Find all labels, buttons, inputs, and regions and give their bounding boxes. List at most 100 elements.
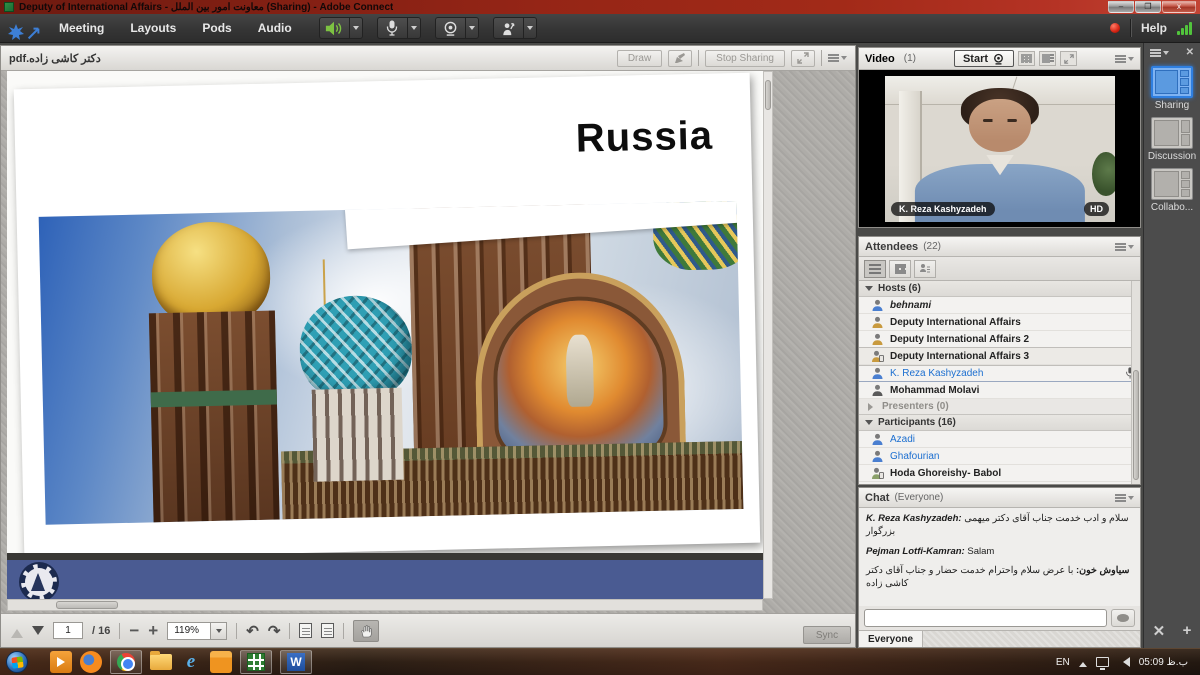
taskbar-connect-button[interactable] xyxy=(240,650,272,674)
taskbar-notes-icon[interactable] xyxy=(210,651,232,673)
adobe-connect-window: Deputy of International Affairs - معاونت… xyxy=(0,0,1200,675)
stop-sharing-button[interactable]: Stop Sharing xyxy=(705,50,785,67)
attendee-row[interactable]: Ghafourian xyxy=(859,448,1140,465)
close-button[interactable]: x xyxy=(1162,1,1196,13)
sync-button[interactable]: Sync xyxy=(803,626,851,644)
zoom-level-select[interactable]: 119% xyxy=(167,622,227,640)
horizontal-scrollbar[interactable] xyxy=(7,599,763,611)
taskbar-clock[interactable]: 05:09 ب.ظ xyxy=(1139,657,1188,668)
add-layout-icon[interactable]: + xyxy=(1183,622,1192,640)
attendee-row[interactable]: Azadi xyxy=(859,431,1140,448)
menu-meeting[interactable]: Meeting xyxy=(46,14,117,42)
chat-messages: K. Reza Kashyzadeh: سلام و ادب خدمت جناب… xyxy=(859,508,1140,606)
start-button[interactable] xyxy=(6,651,28,673)
help-menu[interactable]: Help xyxy=(1141,21,1167,35)
cathedral-photo xyxy=(39,201,744,525)
filmstrip-view-icon[interactable] xyxy=(1039,51,1056,66)
attendee-row[interactable]: Deputy International Affairs 3 xyxy=(859,348,1140,365)
taskbar-ie-icon[interactable]: e xyxy=(180,651,202,673)
layout-menu-icon[interactable] xyxy=(1150,47,1169,58)
status-view-button[interactable] xyxy=(914,260,936,278)
attendee-icon xyxy=(871,433,884,446)
university-logo xyxy=(21,564,57,599)
layout-sharing-thumbnail[interactable] xyxy=(1151,66,1193,98)
fit-page-button[interactable] xyxy=(299,623,312,638)
layout-discussion-thumbnail[interactable] xyxy=(1151,117,1193,149)
rotate-left-button[interactable]: ↶ xyxy=(246,622,259,640)
webcam-dropdown[interactable] xyxy=(465,17,479,39)
presenters-section-header[interactable]: Presenters (0) xyxy=(859,399,1140,415)
system-tray: EN 05:09 ب.ظ xyxy=(1056,657,1194,668)
connection-signal-icon[interactable] xyxy=(1177,21,1192,35)
tray-expand-icon[interactable] xyxy=(1079,658,1087,667)
volume-icon[interactable] xyxy=(1118,657,1130,667)
draw-button[interactable]: Draw xyxy=(617,50,662,67)
maximize-button[interactable]: ❐ xyxy=(1135,1,1161,13)
next-page-button[interactable] xyxy=(32,626,44,641)
attendee-row[interactable]: Deputy International Affairs xyxy=(859,314,1140,331)
menu-audio[interactable]: Audio xyxy=(245,14,305,42)
previous-page-button[interactable] xyxy=(11,623,23,638)
menu-pods[interactable]: Pods xyxy=(189,14,244,42)
video-fullscreen-icon[interactable] xyxy=(1060,51,1077,66)
list-view-button[interactable] xyxy=(864,260,886,278)
fullscreen-icon[interactable] xyxy=(791,50,815,67)
taskbar-word-button[interactable]: W xyxy=(280,650,312,674)
attendees-pod: Attendees (22) Hosts (6) behnami xyxy=(858,236,1141,485)
raise-hand-button[interactable] xyxy=(493,17,523,39)
microphone-button[interactable] xyxy=(377,17,407,39)
page-number-input[interactable] xyxy=(53,622,83,639)
taskbar-media-player-icon[interactable] xyxy=(50,651,72,673)
minimize-button[interactable]: – xyxy=(1108,1,1134,13)
microphone-dropdown[interactable] xyxy=(407,17,421,39)
attendee-row-self[interactable]: K. Reza Kashyzadeh xyxy=(859,365,1140,382)
hosts-section-header[interactable]: Hosts (6) xyxy=(859,281,1140,297)
menu-layouts[interactable]: Layouts xyxy=(117,14,189,42)
chat-message: K. Reza Kashyzadeh: سلام و ادب خدمت جناب… xyxy=(866,513,1133,539)
speaker-button[interactable] xyxy=(319,17,349,39)
attendee-row[interactable]: Deputy International Affairs 2 xyxy=(859,331,1140,348)
zoom-dropdown-icon[interactable] xyxy=(211,622,227,640)
rotate-right-button[interactable]: ↷ xyxy=(268,622,281,640)
chat-input[interactable] xyxy=(864,609,1107,627)
attendees-toolbar xyxy=(859,257,1140,281)
participants-section-header[interactable]: Participants (16) xyxy=(859,415,1140,431)
speaker-dropdown[interactable] xyxy=(349,17,363,39)
grid-view-icon[interactable] xyxy=(1018,51,1035,66)
attendee-icon xyxy=(871,450,884,463)
video-pod-menu-icon[interactable] xyxy=(1115,54,1134,64)
raise-hand-dropdown[interactable] xyxy=(523,17,537,39)
attendee-row[interactable]: Mohammad Molavi xyxy=(859,382,1140,399)
taskbar-chrome-button[interactable] xyxy=(110,650,142,674)
language-indicator[interactable]: EN xyxy=(1056,657,1070,668)
fit-width-button[interactable] xyxy=(321,623,334,638)
attendee-row[interactable]: Hoda Ghoreishy- Babol xyxy=(859,465,1140,482)
send-message-button[interactable] xyxy=(1111,609,1135,627)
remove-layout-icon[interactable]: ✕ xyxy=(1153,622,1166,640)
attendees-pod-menu-icon[interactable] xyxy=(1115,242,1134,252)
page-total-label: / 16 xyxy=(92,625,110,637)
chat-pod-menu-icon[interactable] xyxy=(1115,493,1134,503)
zoom-in-button[interactable]: + xyxy=(148,622,158,639)
speaker-icon xyxy=(325,21,343,36)
layout-strip-close-icon[interactable]: ✕ xyxy=(1186,47,1194,58)
collapse-icon xyxy=(865,286,873,295)
zoom-out-button[interactable]: − xyxy=(129,622,139,639)
start-webcam-button[interactable]: Start xyxy=(954,50,1014,67)
pan-tool-button[interactable] xyxy=(353,620,379,642)
video-name-tag: K. Reza Kashyzadeh xyxy=(891,202,995,216)
hd-badge: HD xyxy=(1084,202,1109,216)
breakout-view-button[interactable] xyxy=(889,260,911,278)
webcam-button[interactable] xyxy=(435,17,465,39)
slide-title: Russia xyxy=(575,114,713,162)
share-pod-menu-icon[interactable] xyxy=(828,53,847,63)
vertical-scrollbar[interactable] xyxy=(763,71,773,599)
attendee-row[interactable]: behnami xyxy=(859,297,1140,314)
pointer-tool-button[interactable] xyxy=(668,50,692,67)
network-icon[interactable] xyxy=(1096,657,1109,667)
layout-collaboration-thumbnail[interactable] xyxy=(1151,168,1193,200)
tab-everyone[interactable]: Everyone xyxy=(859,631,923,647)
taskbar-explorer-icon[interactable] xyxy=(150,651,172,673)
taskbar-firefox-icon[interactable] xyxy=(80,651,102,673)
attendees-scrollbar[interactable] xyxy=(1131,281,1140,484)
